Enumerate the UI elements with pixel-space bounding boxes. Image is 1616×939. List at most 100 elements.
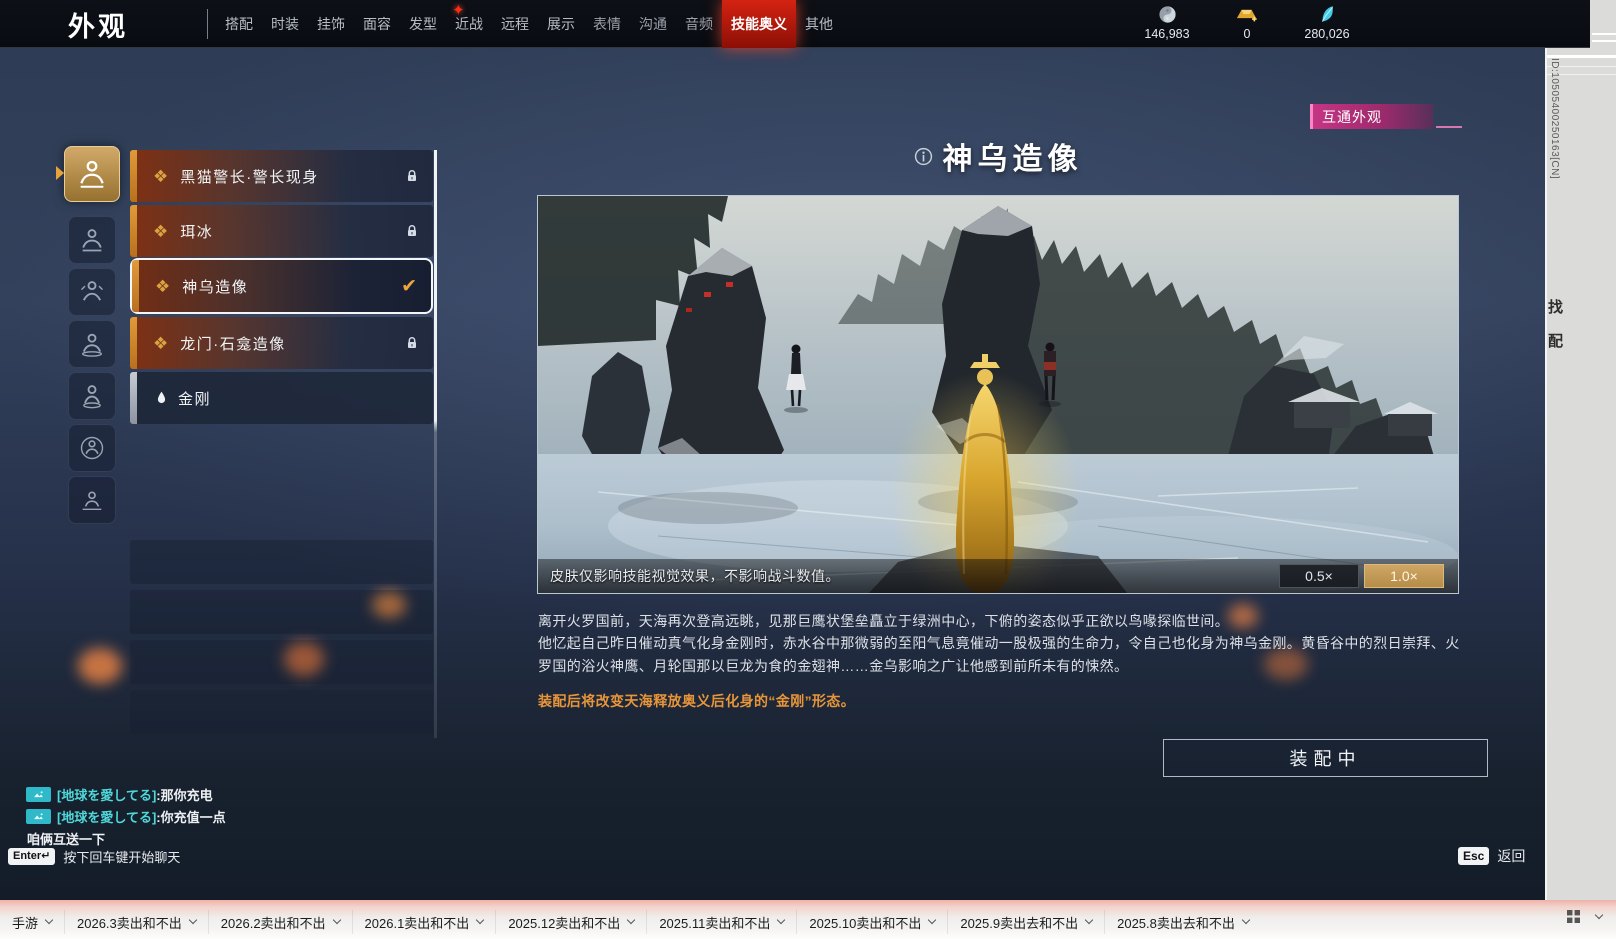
chevron-down-icon: [627, 915, 636, 925]
taichi-coin-icon: [1158, 3, 1177, 25]
tab-costume[interactable]: 时装: [262, 0, 308, 48]
header-bar: 外观 搭配 时装 挂饰 面容 发型 近战 远程 展示 表情 沟通 音频 技能奥义…: [0, 0, 1590, 48]
frozen-lake-scene: [538, 196, 1458, 593]
chevron-down-icon: [188, 915, 198, 925]
tab-other[interactable]: 其他: [796, 0, 842, 48]
scale-0-5x-button[interactable]: 0.5×: [1279, 564, 1359, 588]
feather-icon: [1320, 3, 1335, 25]
chevron-down-icon: [777, 915, 786, 925]
info-icon[interactable]: [914, 147, 933, 166]
default-drop-icon: [157, 391, 166, 406]
taskbar-item-mobile-game[interactable]: 手游: [0, 910, 66, 934]
chat-message: 咱俩互送一下: [27, 831, 106, 847]
clipped-text-2: 配: [1548, 333, 1564, 350]
currency-feather[interactable]: 280,026: [1298, 3, 1356, 41]
list-item-black-cat-sheriff[interactable]: ❖ 黑猫警长·警长现身: [130, 150, 433, 202]
empty-list-slot: [130, 540, 433, 584]
lantern-glow: [78, 648, 122, 684]
tab-hairstyle[interactable]: 发型: [400, 0, 446, 48]
taskbar-item-2025-9[interactable]: 2025.9卖出去和不出: [948, 910, 1106, 934]
currency-gold-value: 0: [1243, 27, 1251, 41]
rail-item-vajra-form-selected[interactable]: [64, 146, 120, 202]
list-item-erbing[interactable]: ❖ 珥冰: [130, 205, 433, 257]
taskbar-item-2025-11[interactable]: 2025.11卖出和不出: [647, 910, 798, 934]
back-control: Esc 返回: [1458, 846, 1525, 866]
tab-outfit-match[interactable]: 搭配: [216, 0, 262, 48]
scale-toggle: 0.5× 1.0×: [1279, 564, 1444, 588]
chat-input-hint: Enter↵ 按下回车键开始聊天: [8, 847, 180, 866]
gold-ingot-icon: [1236, 3, 1258, 25]
interop-appearance-badge: 互通外观: [1310, 104, 1462, 129]
taskbar-item-2025-10[interactable]: 2025.10卖出和不出: [797, 910, 949, 934]
rail-item-form-5[interactable]: [68, 372, 116, 420]
empty-list-slot: [130, 640, 433, 684]
taskbar-item-2026-1[interactable]: 2026.1卖出和不出: [353, 910, 497, 934]
rail-item-form-4[interactable]: [68, 320, 116, 368]
chevron-down-icon: [1084, 915, 1094, 925]
description-line-1: 离开火罗国前，天海再次登高远眺，见那巨鹰状堡垒矗立于绿洲中心，下俯的姿态似乎正欲…: [538, 613, 1230, 629]
skin-preview-image: 皮肤仅影响技能视觉效果，不影响战斗数值。 0.5× 1.0×: [537, 195, 1459, 594]
lock-icon: [405, 169, 419, 183]
chat-hint-text: 按下回车键开始聊天: [63, 850, 181, 865]
list-scrollbar[interactable]: [434, 150, 437, 738]
taskbar-item-2025-8[interactable]: 2025.8卖出去和不出: [1105, 910, 1261, 934]
esc-keycap[interactable]: Esc: [1458, 846, 1490, 866]
list-item-longmen-stone-statue[interactable]: ❖ 龙门·石龛造像: [130, 317, 433, 369]
tab-showcase[interactable]: 展示: [538, 0, 584, 48]
rail-item-form-3[interactable]: [68, 268, 116, 316]
tab-audio[interactable]: 音频: [676, 0, 722, 48]
back-label[interactable]: 返回: [1497, 846, 1525, 866]
row-accent-bar: [130, 205, 137, 257]
rail-item-form-2[interactable]: [68, 216, 116, 264]
chat-message: [地球を愛してる] :那你充电: [26, 783, 226, 805]
currency-bar: 146,983 0 280,026: [1138, 3, 1356, 41]
equipped-button[interactable]: 装配中: [1163, 739, 1488, 777]
chevron-down-icon: [928, 915, 937, 925]
clipped-text-1: 找: [1548, 299, 1564, 316]
taskbar-items: 手游 2026.3卖出和不出 2026.2卖出和不出 2026.1卖出和不出 2…: [0, 910, 1261, 934]
skill-skin-diamond-icon: ❖: [153, 333, 169, 353]
lock-icon: [405, 224, 419, 238]
list-item-vajra-default[interactable]: 金刚: [130, 372, 433, 424]
currency-gold-ingot[interactable]: 0: [1218, 3, 1276, 41]
selected-arrow-icon: [56, 166, 64, 180]
desktop-taskbar: 手游 2026.3卖出和不出 2026.2卖出和不出 2026.1卖出和不出 2…: [0, 900, 1616, 939]
taskbar-item-2025-12[interactable]: 2025.12卖出和不出: [496, 910, 648, 934]
empty-list-slot: [130, 590, 433, 634]
enter-keycap[interactable]: Enter↵: [8, 847, 56, 866]
skin-notice-text: 皮肤仅影响技能视觉效果，不影响战斗数值。: [550, 568, 840, 584]
empty-list-slot: [130, 690, 433, 734]
skin-description: 离开火罗国前，天海再次登高远眺，见那巨鹰状堡垒矗立于绿洲中心，下俯的姿态似乎正欲…: [538, 610, 1468, 713]
taskbar-item-2026-3[interactable]: 2026.3卖出和不出: [65, 910, 209, 934]
rail-item-form-6[interactable]: [68, 424, 116, 472]
top-tab-bar: 搭配 时装 挂饰 面容 发型 近战 远程 展示 表情 沟通 音频 技能奥义 其他: [216, 0, 842, 48]
list-item-divine-crow-statue-selected[interactable]: ❖ 神乌造像 ✔: [130, 258, 433, 314]
row-accent-bar: [130, 372, 137, 424]
page-title-appearance: 外观: [68, 12, 128, 42]
tab-emote[interactable]: 表情: [584, 0, 630, 48]
tab-face[interactable]: 面容: [354, 0, 400, 48]
taskbar-item-2026-2[interactable]: 2026.2卖出和不出: [209, 910, 353, 934]
chat-panel: [地球を愛してる] :那你充电 [地球を愛してる] :你充值一点 咱俩互送一下: [26, 783, 226, 849]
screen: ID:10505400250163[CN] 找 配 外观 搭配 时装 挂饰 面容…: [0, 0, 1616, 939]
skill-skin-diamond-icon: ❖: [155, 276, 171, 296]
chat-channel-icon: [26, 808, 51, 824]
currency-coin[interactable]: 146,983: [1138, 3, 1196, 41]
tab-ranged[interactable]: 远程: [492, 0, 538, 48]
skin-title-text: 神乌造像: [942, 143, 1083, 176]
tab-communication[interactable]: 沟通: [630, 0, 676, 48]
rail-item-form-7[interactable]: [68, 476, 116, 524]
scale-1-0x-button[interactable]: 1.0×: [1364, 564, 1444, 588]
skill-skin-diamond-icon: ❖: [153, 221, 169, 241]
chevron-down-icon: [476, 915, 485, 925]
tab-skill-ultimate[interactable]: 技能奥义: [722, 0, 796, 48]
row-accent-bar: [130, 317, 137, 369]
chevron-down-icon: [1241, 915, 1251, 925]
grid-icon: [1567, 910, 1580, 923]
new-content-sparkle-icon: ✦: [452, 2, 465, 19]
tab-accessory[interactable]: 挂饰: [308, 0, 354, 48]
chevron-down-icon: [1594, 910, 1604, 919]
chevron-down-icon: [332, 915, 341, 925]
taskbar-grid-menu[interactable]: [1567, 910, 1604, 923]
equipped-check-icon: ✔: [401, 275, 417, 297]
